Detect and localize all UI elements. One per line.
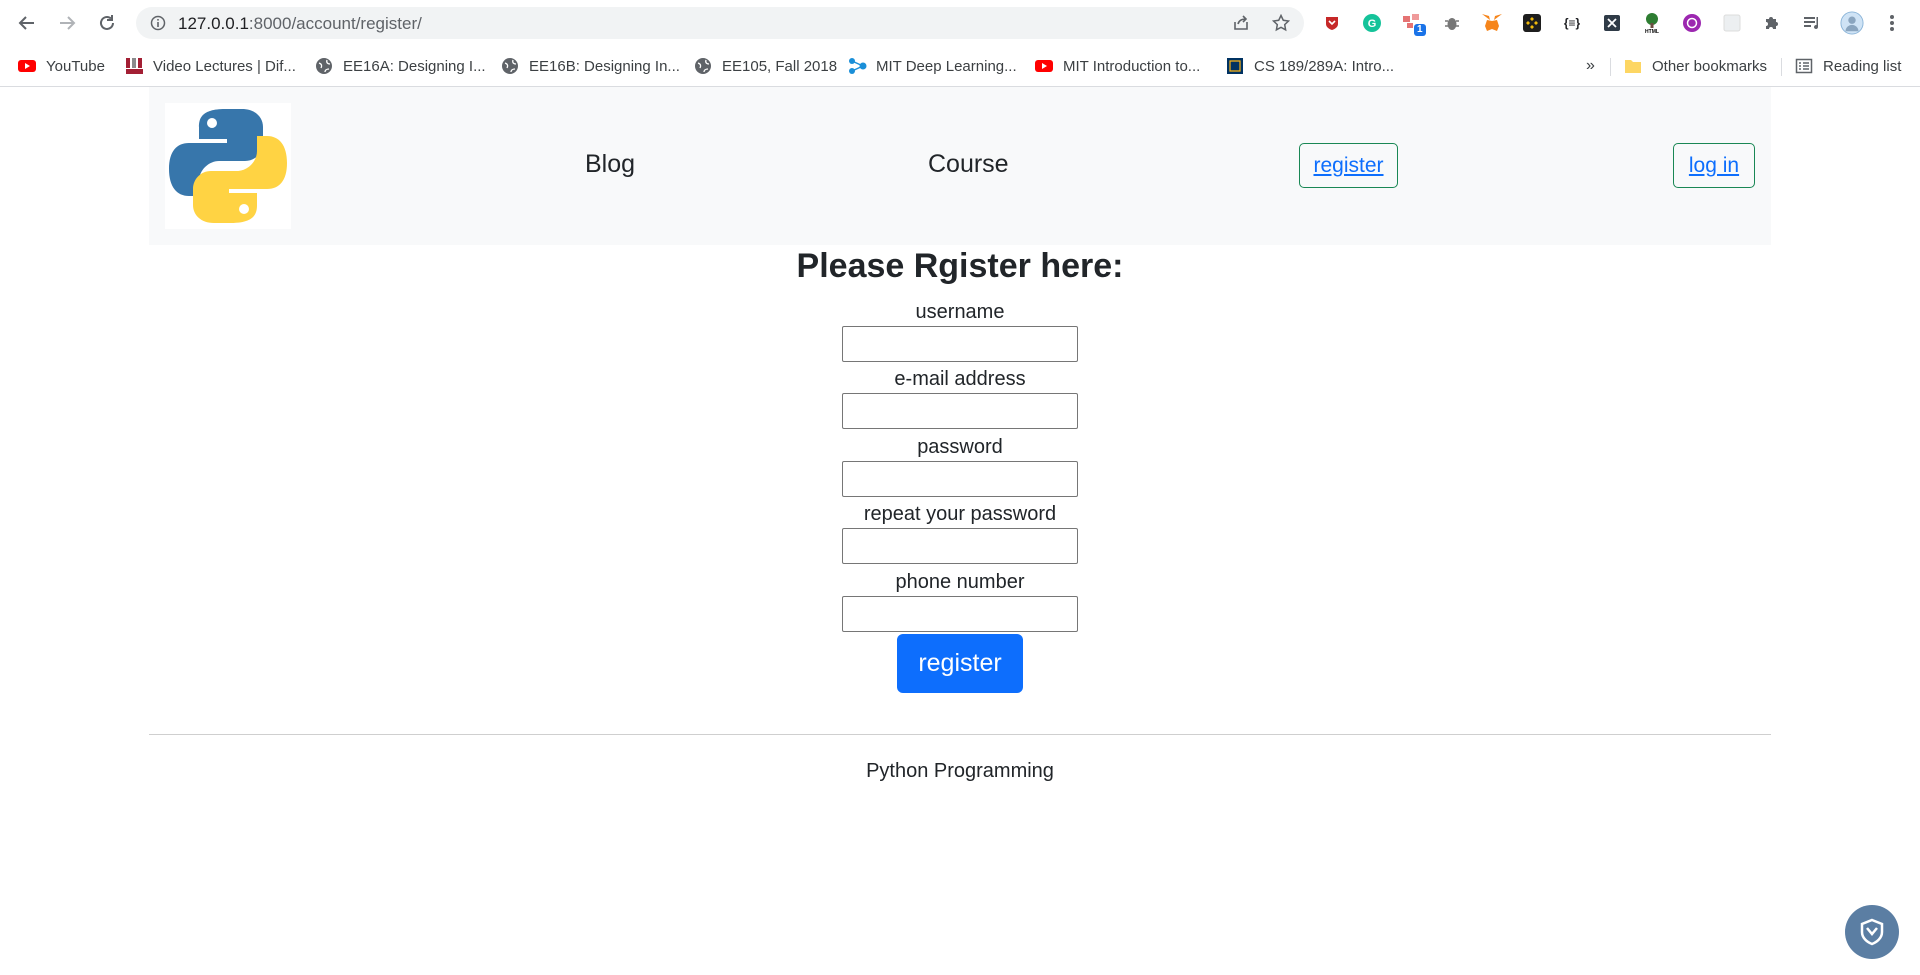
bookmarks-overflow-chevron[interactable]: » xyxy=(1586,54,1595,78)
menu-kebab-icon[interactable] xyxy=(1880,11,1904,35)
mit-ocw-icon xyxy=(125,57,143,75)
page-title: Please Rgister here: xyxy=(796,247,1124,285)
html-tree-icon[interactable]: HTML xyxy=(1640,11,1664,35)
bookmark-item[interactable]: EE105, Fall 2018 xyxy=(694,54,837,78)
svg-text:HTML: HTML xyxy=(1645,29,1659,34)
reading-list-label: Reading list xyxy=(1823,57,1902,75)
json-braces-icon[interactable]: {≡} xyxy=(1560,11,1584,35)
folder-icon xyxy=(1624,57,1642,75)
nav-login-button[interactable]: log in xyxy=(1673,143,1755,188)
x-square-icon[interactable] xyxy=(1600,11,1624,35)
bookmark-item[interactable]: MIT Introduction to... xyxy=(1035,54,1200,78)
browser-toolbar: 127.0.0.1:8000/account/register/ G 1 {≡}… xyxy=(0,0,1920,46)
globe-icon xyxy=(501,57,519,75)
nav-register-button[interactable]: register xyxy=(1299,143,1398,188)
bookmark-item[interactable]: EE16B: Designing In... xyxy=(501,54,680,78)
bookmark-item[interactable]: CS 189/289A: Intro... xyxy=(1226,54,1394,78)
password-label: password xyxy=(917,436,1003,458)
bookmarks-divider xyxy=(1610,58,1611,76)
mit-deep-learning-icon xyxy=(848,57,867,75)
bookmarks-bar: YouTube Video Lectures | Dif... EE16A: D… xyxy=(0,46,1920,87)
nav-blog-link[interactable]: Blog xyxy=(585,150,635,179)
berkeley-cs-icon xyxy=(1226,57,1244,75)
username-label: username xyxy=(915,301,1005,323)
register-submit-button[interactable]: register xyxy=(897,634,1023,693)
nav-course-link[interactable]: Course xyxy=(928,150,1009,179)
bookmark-item[interactable]: EE16A: Designing I... xyxy=(315,54,486,78)
phone-field[interactable] xyxy=(842,596,1078,632)
username-field[interactable] xyxy=(842,326,1078,362)
metamask-fox-icon[interactable] xyxy=(1480,11,1504,35)
other-bookmarks-label: Other bookmarks xyxy=(1652,57,1768,75)
globe-icon xyxy=(694,57,712,75)
extensions-puzzle-icon[interactable] xyxy=(1760,11,1784,35)
bookmark-label: YouTube xyxy=(46,57,105,75)
profile-avatar-icon[interactable] xyxy=(1840,11,1864,35)
bookmark-item[interactable]: YouTube xyxy=(18,54,105,78)
bookmark-label: Video Lectures | Dif... xyxy=(153,57,296,75)
media-queue-icon[interactable] xyxy=(1800,11,1824,35)
other-bookmarks[interactable]: Other bookmarks xyxy=(1624,54,1767,78)
footer-divider xyxy=(149,734,1771,735)
bookmark-item[interactable]: Video Lectures | Dif... xyxy=(125,54,296,78)
bug-icon[interactable] xyxy=(1440,11,1464,35)
youtube-icon xyxy=(18,57,36,75)
bookmark-label: MIT Deep Learning... xyxy=(876,57,1017,75)
url-text[interactable]: 127.0.0.1:8000/account/register/ xyxy=(178,14,422,34)
reading-list-icon xyxy=(1795,57,1813,75)
email-label: e-mail address xyxy=(894,368,1026,390)
site-info-icon[interactable] xyxy=(150,15,166,36)
password-field[interactable] xyxy=(842,461,1078,497)
reading-list[interactable]: Reading list xyxy=(1795,54,1901,78)
purple-circle-icon[interactable] xyxy=(1680,11,1704,35)
footer-text: Python Programming xyxy=(866,760,1054,782)
reload-icon[interactable] xyxy=(95,11,119,35)
repeat-password-field[interactable] xyxy=(842,528,1078,564)
repeat-password-label: repeat your password xyxy=(863,503,1057,525)
back-icon[interactable] xyxy=(15,11,39,35)
bookmarks-divider xyxy=(1781,58,1782,76)
extension-network-icon[interactable]: 1 xyxy=(1400,11,1426,36)
extension-placeholder-icon[interactable] xyxy=(1720,11,1744,35)
python-logo[interactable] xyxy=(165,103,291,229)
bookmark-label: EE16A: Designing I... xyxy=(343,57,486,75)
bookmark-label: CS 189/289A: Intro... xyxy=(1254,57,1395,75)
address-bar[interactable]: 127.0.0.1:8000/account/register/ xyxy=(136,7,1304,39)
binance-icon[interactable] xyxy=(1520,11,1544,35)
security-shield-icon[interactable] xyxy=(1845,905,1899,959)
phone-label: phone number xyxy=(895,571,1025,593)
email-field[interactable] xyxy=(842,393,1078,429)
extension-badge: 1 xyxy=(1414,24,1426,36)
globe-icon xyxy=(315,57,333,75)
svg-text:G: G xyxy=(1368,18,1377,30)
forward-icon[interactable] xyxy=(55,11,79,35)
youtube-icon xyxy=(1035,57,1053,75)
bookmark-label: EE105, Fall 2018 xyxy=(722,57,838,75)
grammarly-icon[interactable]: G xyxy=(1360,11,1384,35)
bookmark-label: EE16B: Designing In... xyxy=(529,57,680,75)
bookmark-star-icon[interactable] xyxy=(1271,13,1291,37)
bookmark-label: MIT Introduction to... xyxy=(1063,57,1201,75)
extension-shield-icon[interactable] xyxy=(1320,11,1344,35)
share-icon[interactable] xyxy=(1232,14,1250,37)
bookmark-item[interactable]: MIT Deep Learning... xyxy=(848,54,1017,78)
